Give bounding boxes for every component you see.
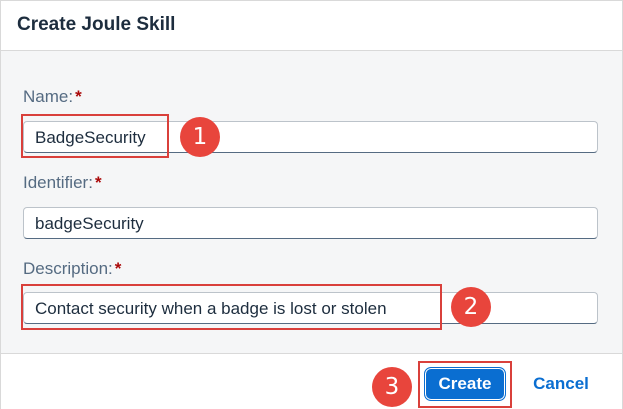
description-label-text: Description: [23,259,113,278]
identifier-label: Identifier: * [23,173,102,193]
description-required-marker: * [114,259,122,278]
description-label: Description: * [23,259,121,279]
name-required-marker: * [75,87,82,106]
dialog-header: Create Joule Skill [1,1,622,51]
callout-badge-1: 1 [180,117,220,157]
cancel-button[interactable]: Cancel [520,367,602,401]
dialog-content: Name: * BadgeSecurity Identifier: * badgeS… [1,51,622,353]
create-joule-skill-dialog: Create Joule Skill Name: * BadgeSecurity … [0,0,623,409]
callout-badge-3: 3 [372,367,412,407]
identifier-required-marker: * [94,173,102,192]
identifier-input[interactable]: badgeSecurity [23,207,598,239]
name-highlight-box [21,114,169,158]
description-highlight-box [21,284,442,330]
dialog-footer: 3 Create Cancel [1,353,622,409]
create-button[interactable]: Create [424,367,506,401]
identifier-label-text: Identifier: [23,173,93,192]
name-label-text: Name: [23,87,74,106]
dialog-title: Create Joule Skill [17,14,176,35]
callout-badge-2: 2 [451,287,491,327]
name-label: Name: * [23,87,82,107]
identifier-input-value: badgeSecurity [35,214,144,233]
